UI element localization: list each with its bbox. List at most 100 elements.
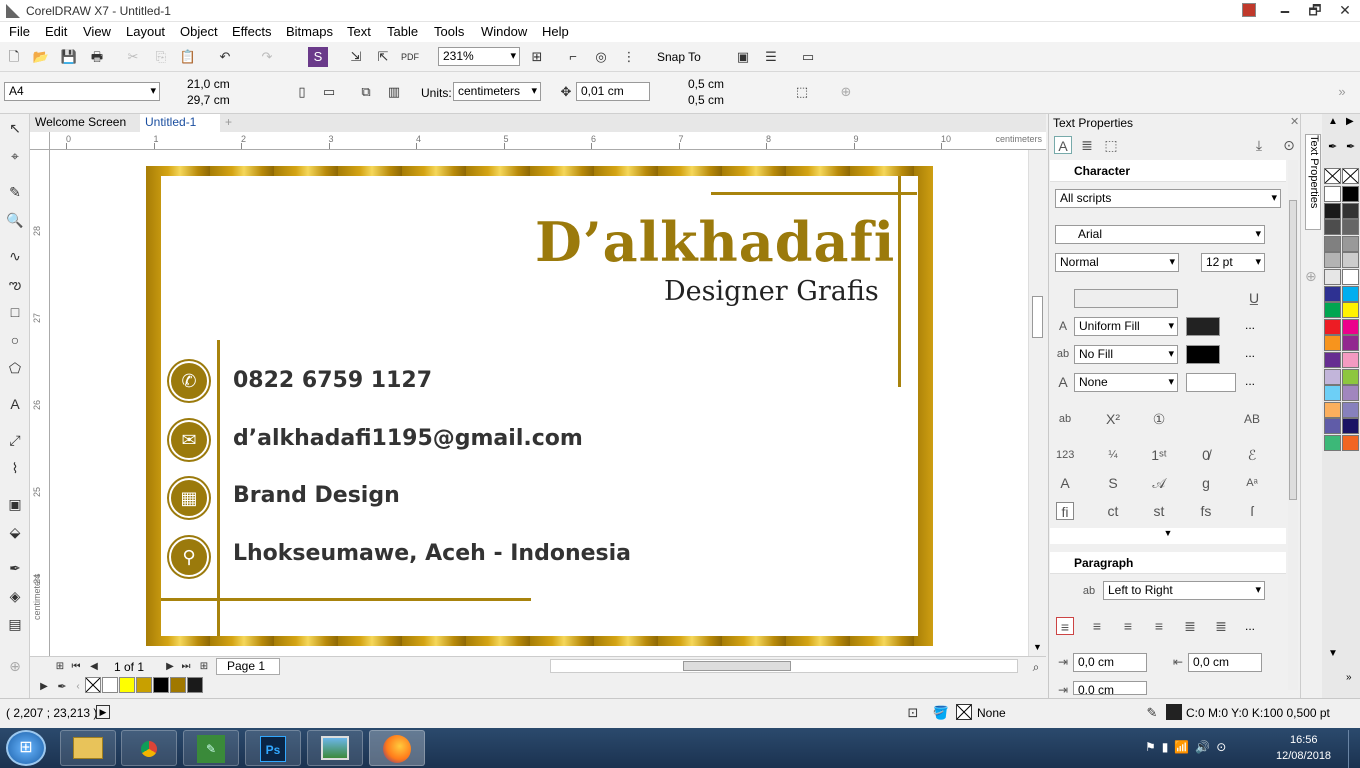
all-pages-icon[interactable]: ⧉ — [356, 82, 376, 102]
start-button[interactable]: ⊞ — [6, 730, 46, 766]
guidelines-icon[interactable]: ⋮ — [619, 47, 639, 67]
last-page-icon[interactable]: ⏭ — [176, 657, 196, 677]
palette-swatch[interactable] — [1324, 385, 1341, 402]
open-icon[interactable]: 📂 — [31, 47, 51, 67]
text-properties-side-tab[interactable]: Text Properties — [1305, 134, 1321, 230]
palette-swatch[interactable] — [1324, 219, 1341, 236]
taskbar-coreldraw[interactable]: ✎ — [183, 730, 239, 766]
fill-color-swatch[interactable] — [1186, 317, 1220, 336]
paragraph-tab-icon[interactable]: ≣ — [1078, 136, 1096, 154]
taskbar-file-explorer[interactable] — [60, 730, 116, 766]
zoom-fit-status-icon[interactable]: ⊡ — [903, 703, 923, 723]
background-fill-select[interactable]: No Fill — [1074, 345, 1178, 364]
drop-shadow-icon[interactable]: ▣ — [5, 494, 25, 514]
user-icon[interactable] — [1242, 3, 1256, 17]
palette-swatch[interactable] — [1342, 418, 1359, 435]
historical-forms-icon[interactable]: Aᵃ — [1243, 474, 1261, 492]
swash-icon[interactable]: ℰ — [1243, 446, 1261, 464]
text-direction-select[interactable]: Left to Right — [1103, 581, 1265, 600]
shape-tool-icon[interactable]: ⌖ — [5, 146, 25, 166]
doc-swatch-white[interactable] — [102, 677, 118, 693]
palette-swatch[interactable] — [1324, 235, 1341, 252]
horizontal-scroll-thumb[interactable] — [683, 661, 791, 671]
service-label[interactable]: Brand Design — [233, 483, 400, 508]
palette-menu-icon[interactable]: ▶ — [34, 677, 54, 697]
cut-icon[interactable]: ✂ — [123, 47, 143, 67]
zoom-fit-icon[interactable]: ⊞ — [527, 47, 547, 67]
page-height-field[interactable]: 29,7 cm — [183, 92, 257, 111]
add-icon[interactable]: ⊕ — [836, 82, 856, 102]
export-icon[interactable]: ⇱ — [373, 47, 393, 67]
clock-time[interactable]: 16:56 — [1290, 734, 1318, 746]
expand-character-icon[interactable]: ▼ — [1050, 528, 1286, 544]
save-icon[interactable]: 💾 — [59, 47, 79, 67]
email-address[interactable]: d’alkhadafi1195@gmail.com — [233, 426, 583, 451]
no-color-swatch[interactable] — [85, 677, 101, 693]
system-tray-icons[interactable]: ⚑▮📶🔊⊙ — [1145, 740, 1232, 754]
outline-more-button[interactable]: ... — [1245, 374, 1255, 388]
palette-swatch[interactable] — [1342, 219, 1359, 236]
ruler-origin[interactable] — [30, 132, 50, 150]
new-tab-icon[interactable]: + — [220, 114, 238, 132]
menu-layout[interactable]: Layout — [126, 24, 165, 39]
close-button[interactable]: ✕ — [1330, 0, 1360, 22]
no-alignment-icon[interactable]: ≡ — [1056, 617, 1074, 635]
minimize-button[interactable]: 🗕 — [1270, 0, 1300, 22]
brand-subtitle[interactable]: Designer Grafis — [664, 276, 879, 307]
outline-select[interactable]: None — [1074, 373, 1178, 392]
address-text[interactable]: Lhokseumawe, Aceh - Indonesia — [233, 541, 631, 566]
palette-swatch[interactable] — [1342, 318, 1359, 335]
menu-help[interactable]: Help — [542, 24, 569, 39]
maximize-button[interactable]: 🗗 — [1300, 0, 1330, 22]
fill-more-button[interactable]: ... — [1245, 318, 1255, 332]
align-left-icon[interactable]: ≡ — [1088, 617, 1106, 635]
titling-icon[interactable]: A — [1056, 474, 1074, 492]
add-docker-icon[interactable]: ⊕ — [1305, 268, 1317, 285]
long-s-icon[interactable]: ſ — [1243, 502, 1261, 520]
options-icon[interactable]: ☰ — [761, 47, 781, 67]
text-tool-icon[interactable]: A — [5, 394, 25, 414]
frame-tab-icon[interactable]: ⬚ — [1102, 136, 1120, 154]
color-eyedropper-icon[interactable]: ✒ — [5, 558, 25, 578]
palette-swatch[interactable] — [1324, 368, 1341, 385]
units-select[interactable]: centimeters — [453, 82, 541, 101]
polygon-tool-icon[interactable]: ⬠ — [5, 358, 25, 378]
palette-swatch[interactable] — [1342, 235, 1359, 252]
underline-icon[interactable]: U̲ — [1245, 289, 1263, 307]
page-tab-1[interactable]: Page 1 — [216, 658, 280, 675]
palette-swatch[interactable] — [1342, 435, 1359, 451]
taskbar-firefox[interactable] — [369, 730, 425, 766]
no-fill-swatch[interactable] — [1324, 168, 1341, 184]
doc-swatch-dark-gold[interactable] — [170, 677, 186, 693]
doc-swatch-gold[interactable] — [136, 677, 152, 693]
expand-toolbar-icon[interactable]: » — [1332, 82, 1352, 102]
slashed-zero-icon[interactable]: 0̸ — [1197, 446, 1215, 464]
tab-welcome-screen[interactable]: Welcome Screen — [30, 114, 140, 132]
parallel-dimension-icon[interactable]: ⤢ — [5, 430, 25, 450]
align-center-icon[interactable]: ≡ — [1119, 617, 1137, 635]
menu-tools[interactable]: Tools — [434, 24, 464, 39]
right-indent-field[interactable]: 0,0 cm — [1188, 653, 1262, 672]
vertical-ruler[interactable]: centimeters 28 27 26 25 24 — [30, 150, 50, 656]
portrait-icon[interactable]: ▯ — [292, 82, 312, 102]
pick-tool-icon[interactable]: ↖ — [5, 118, 25, 138]
outline-color-status-swatch[interactable] — [1166, 704, 1182, 720]
superscript-icon[interactable]: X² — [1104, 410, 1122, 428]
force-justify-icon[interactable]: ≣ — [1212, 617, 1230, 635]
outline-pen-icon[interactable]: ✎ — [1142, 703, 1162, 723]
font-size-field[interactable]: 12 pt — [1201, 253, 1265, 272]
menu-text[interactable]: Text — [347, 24, 371, 39]
prev-page-icon[interactable]: ◀ — [84, 657, 104, 677]
left-indent-field[interactable]: 0,0 cm — [1073, 653, 1147, 672]
brand-name[interactable]: D’alkhadafi — [535, 210, 895, 274]
doc-swatch-yellow[interactable] — [119, 677, 135, 693]
palette-expand-icon[interactable]: » — [1346, 672, 1352, 683]
application-launcher-icon[interactable]: ▭ — [798, 47, 818, 67]
palette-swatch[interactable] — [1342, 335, 1359, 352]
snap-to-dropdown[interactable]: Snap To — [657, 50, 701, 64]
paste-icon[interactable]: 📋 — [178, 47, 198, 67]
first-line-indent-field[interactable]: 0,0 cm — [1073, 681, 1147, 695]
doc-swatch-black[interactable] — [153, 677, 169, 693]
palette-swatch[interactable] — [1342, 186, 1359, 202]
horizontal-ruler[interactable]: centimeters 0 1 2 3 4 5 6 7 8 9 10 — [50, 132, 1046, 150]
